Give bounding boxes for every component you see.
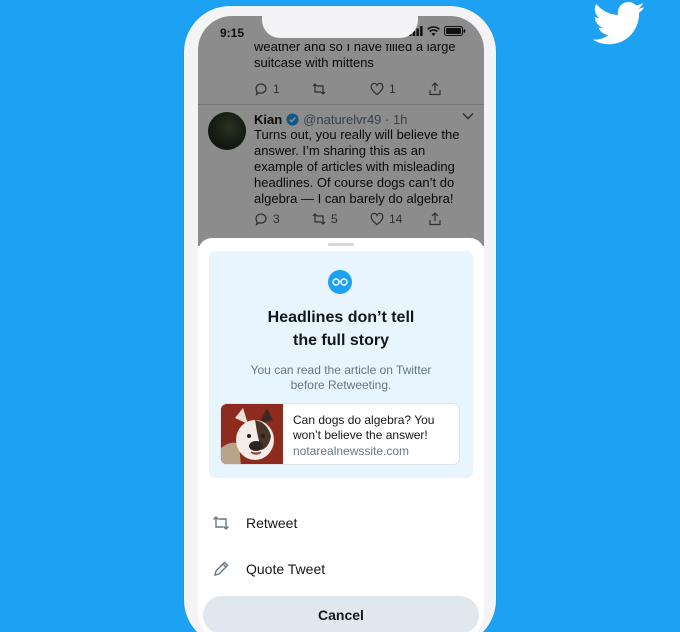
quote-tweet-label: Quote Tweet bbox=[246, 561, 326, 577]
retweet-icon bbox=[213, 516, 229, 530]
twitter-bird-icon bbox=[592, 2, 645, 45]
article-title: Can dogs do algebra? You won’t believe t… bbox=[293, 413, 435, 442]
article-domain: notarealnewssite.com bbox=[293, 444, 410, 458]
phone-notch bbox=[262, 16, 418, 38]
retweet-action-sheet: Headlines don’t tell the full story You … bbox=[198, 238, 484, 632]
article-preview-card[interactable]: Can dogs do algebra? You won’t believe t… bbox=[220, 403, 460, 465]
prompt-headline: Headlines don’t tell the full story bbox=[267, 309, 415, 349]
wifi-icon bbox=[427, 26, 440, 36]
cancel-button[interactable]: Cancel bbox=[203, 596, 479, 632]
prompt-subtext: You can read the article on Twitter befo… bbox=[250, 363, 432, 392]
status-time: 9:15 bbox=[220, 26, 245, 40]
article-thumbnail bbox=[221, 404, 283, 464]
sheet-drag-handle[interactable] bbox=[328, 243, 354, 246]
glasses-icon bbox=[328, 270, 352, 294]
quote-tweet-option[interactable]: Quote Tweet bbox=[212, 560, 325, 578]
phone-screen: 9:15 weather and so I have filled a larg… bbox=[198, 16, 484, 632]
retweet-label: Retweet bbox=[246, 515, 298, 531]
battery-icon bbox=[444, 26, 466, 36]
read-before-retweet-prompt: Headlines don’t tell the full story You … bbox=[209, 251, 473, 478]
dim-overlay[interactable] bbox=[198, 16, 484, 246]
pencil-icon bbox=[214, 561, 229, 576]
retweet-option[interactable]: Retweet bbox=[212, 514, 297, 532]
